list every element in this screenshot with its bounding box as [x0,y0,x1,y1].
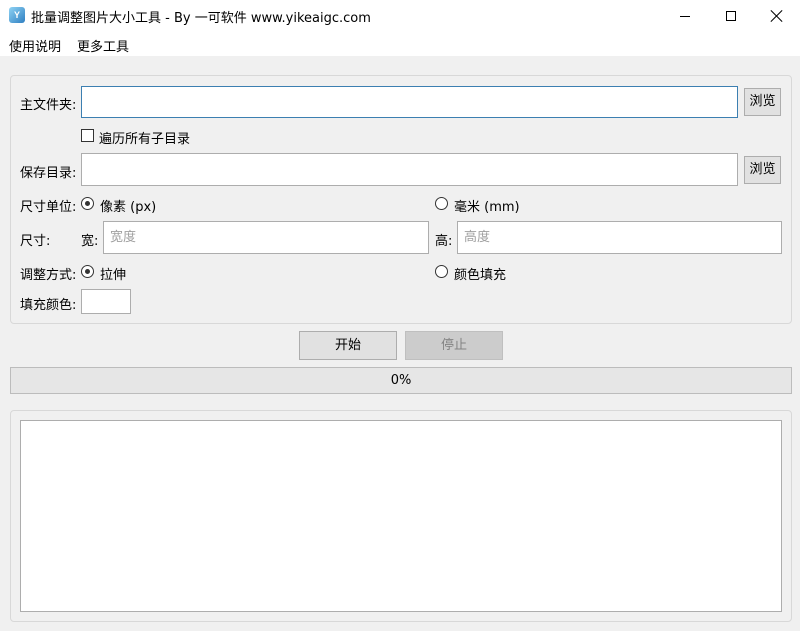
unit-mm-radio[interactable] [435,197,448,210]
height-label: 高: [435,234,453,249]
mode-fill-label: 颜色填充 [454,268,507,283]
main-folder-input[interactable] [81,86,738,118]
width-input[interactable] [103,221,429,254]
menu-item-help[interactable]: 使用说明 [9,36,61,55]
mode-fill-radio[interactable] [435,265,448,278]
browse-save-dir-button[interactable]: 浏览 [744,156,781,184]
maximize-icon [726,11,736,21]
mode-label: 调整方式: [20,268,77,283]
menu-item-more-tools[interactable]: 更多工具 [77,36,129,55]
main-folder-label: 主文件夹: [20,98,77,113]
start-button[interactable]: 开始 [299,331,397,360]
browse-main-folder-button[interactable]: 浏览 [744,88,781,116]
stop-button[interactable]: 停止 [405,331,503,360]
save-dir-input[interactable] [81,153,738,186]
mode-stretch-radio[interactable] [81,265,94,278]
minimize-icon [680,15,690,17]
progress-text: 0% [390,373,412,388]
recurse-label: 遍历所有子目录 [99,132,191,147]
fill-color-button[interactable] [81,289,131,314]
fill-color-label: 填充颜色: [20,298,77,313]
save-dir-label: 保存目录: [20,166,77,181]
height-input[interactable] [457,221,782,254]
log-output[interactable] [20,420,782,612]
unit-label: 尺寸单位: [20,200,77,215]
title-bar: Y 批量调整图片大小工具 - By 一可软件 www.yikeaigc.com [0,0,800,32]
minimize-button[interactable] [662,0,708,32]
maximize-button[interactable] [708,0,754,32]
unit-px-radio[interactable] [81,197,94,210]
close-button[interactable] [754,0,800,32]
recurse-checkbox[interactable] [81,129,94,142]
progress-bar: 0% [10,367,792,394]
size-label: 尺寸: [20,234,51,249]
mode-stretch-label: 拉伸 [100,268,127,283]
app-icon: Y [9,7,25,23]
menu-bar: 使用说明 更多工具 [0,32,800,56]
unit-mm-label: 毫米 (mm) [454,200,520,215]
unit-px-label: 像素 (px) [100,200,157,215]
window-title: 批量调整图片大小工具 - By 一可软件 www.yikeaigc.com [31,11,371,26]
width-label: 宽: [81,234,99,249]
close-icon [771,10,783,22]
